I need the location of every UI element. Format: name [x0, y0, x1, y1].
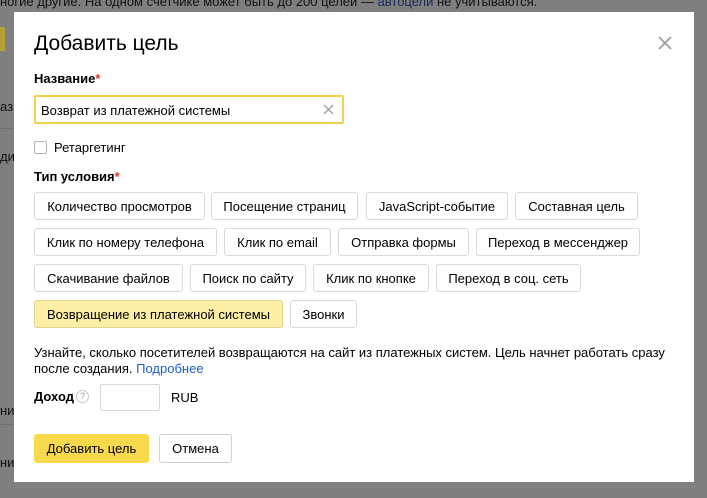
- condition-chip-payment-return[interactable]: Возвращение из платежной системы: [34, 300, 283, 328]
- currency-label: RUB: [171, 390, 199, 405]
- clear-icon: [323, 104, 334, 115]
- condition-label-text: Тип условия: [34, 169, 115, 184]
- condition-description: Узнайте, сколько посетителей возвращаютс…: [34, 345, 674, 377]
- background-side-text: аз: [0, 99, 14, 114]
- name-field-label: Название*: [34, 71, 100, 86]
- goal-name-field[interactable]: [34, 95, 344, 124]
- background-autogoals-link: автоцели: [377, 0, 434, 9]
- condition-chip-calls[interactable]: Звонки: [290, 300, 357, 328]
- background-divider: [0, 128, 14, 129]
- condition-chip-email-click[interactable]: Клик по email: [224, 228, 331, 256]
- condition-chip-site-search[interactable]: Поиск по сайту: [190, 264, 306, 292]
- clear-input-button[interactable]: [322, 103, 335, 116]
- condition-chip-composite-goal[interactable]: Составная цель: [515, 192, 638, 220]
- condition-chip-button-click[interactable]: Клик по кнопке: [313, 264, 429, 292]
- close-icon: [658, 36, 672, 50]
- condition-chip-messenger[interactable]: Переход в мессенджер: [476, 228, 640, 256]
- question-icon[interactable]: ?: [75, 390, 89, 403]
- condition-type-label: Тип условия*: [34, 169, 120, 184]
- condition-chip-phone-click[interactable]: Клик по номеру телефона: [34, 228, 217, 256]
- income-field-label: Доход?: [34, 389, 89, 404]
- background-yellow-button-edge: [0, 27, 5, 51]
- background-side-text: ни: [0, 455, 15, 470]
- background-page-top: ногие другие. На одном счетчике может бы…: [0, 0, 707, 12]
- background-top-text: ногие другие. На одном счетчике может бы…: [0, 0, 537, 9]
- background-top-text-start: ногие другие. На одном счетчике может бы…: [0, 0, 378, 9]
- retargeting-label: Ретаргетинг: [54, 139, 126, 155]
- background-side-text: ни: [0, 403, 15, 418]
- required-asterisk: *: [95, 71, 101, 86]
- background-top-text-end: не учитываются.: [433, 0, 538, 9]
- add-goal-dialog: Добавить цель Название* Ретаргетинг Тип …: [14, 12, 694, 482]
- condition-chip-social-network[interactable]: Переход в соц. сеть: [436, 264, 581, 292]
- condition-chip-javascript-event[interactable]: JavaScript-событие: [366, 192, 508, 220]
- condition-chip-file-download[interactable]: Скачивание файлов: [34, 264, 183, 292]
- retargeting-checkbox[interactable]: [34, 140, 47, 154]
- background-side-text: ди: [0, 149, 15, 164]
- income-input[interactable]: [100, 384, 160, 411]
- income-label-text: Доход: [34, 389, 74, 404]
- retargeting-option[interactable]: Ретаргетинг: [34, 139, 126, 155]
- close-button[interactable]: [654, 32, 676, 54]
- condition-chip-form-submit[interactable]: Отправка формы: [338, 228, 469, 256]
- description-text: Узнайте, сколько посетителей возвращаютс…: [34, 345, 665, 376]
- dialog-title: Добавить цель: [34, 32, 179, 55]
- cancel-button[interactable]: Отмена: [159, 434, 232, 463]
- background-divider: [0, 424, 14, 425]
- condition-chip-page-visit[interactable]: Посещение страниц: [211, 192, 358, 220]
- condition-chip-pageviews[interactable]: Количество просмотров: [34, 192, 205, 220]
- learn-more-link[interactable]: Подробнее: [136, 361, 203, 376]
- name-label-text: Название: [34, 71, 96, 86]
- goal-name-input[interactable]: [41, 101, 311, 119]
- required-asterisk: *: [114, 169, 120, 184]
- add-goal-button[interactable]: Добавить цель: [34, 434, 149, 463]
